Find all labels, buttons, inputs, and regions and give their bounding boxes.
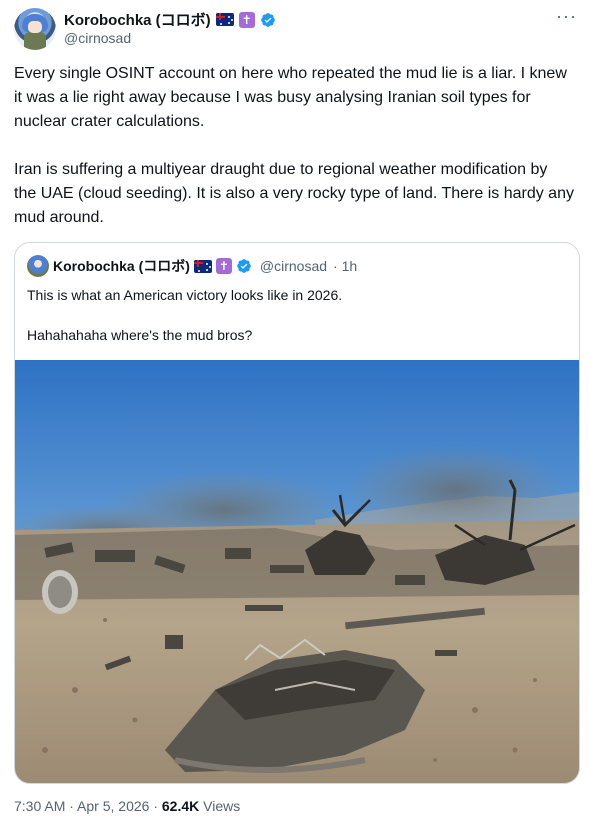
quoted-author-avatar[interactable] bbox=[27, 255, 49, 277]
more-options-icon[interactable]: ··· bbox=[556, 6, 577, 27]
quoted-author-display-name[interactable]: Korobochka (コロボ) bbox=[53, 256, 190, 276]
latin-cross-icon: ✝ bbox=[238, 11, 255, 28]
latin-cross-icon: ✝ bbox=[215, 258, 232, 274]
quoted-tweet-card[interactable]: Korobochka (コロボ) ✝ @cirnosad · 1h This i… bbox=[14, 242, 580, 784]
separator: · bbox=[149, 798, 162, 814]
quoted-paragraph: Hahahahaha where's the mud bros? bbox=[27, 327, 253, 343]
australia-flag-icon bbox=[193, 259, 212, 273]
verified-badge-icon[interactable] bbox=[260, 12, 276, 28]
author-display-name[interactable]: Korobochka (コロボ) bbox=[64, 9, 211, 30]
quoted-author-handle[interactable]: @cirnosad bbox=[260, 258, 327, 274]
views-count[interactable]: 62.4K bbox=[162, 798, 199, 814]
quoted-tweet-age[interactable]: · 1h bbox=[333, 258, 357, 274]
tweet-paragraph: Every single OSINT account on here who r… bbox=[14, 65, 567, 130]
separator: · bbox=[65, 798, 78, 814]
views-label: Views bbox=[199, 798, 241, 814]
verified-badge-icon bbox=[237, 259, 251, 273]
quoted-paragraph: This is what an American victory looks l… bbox=[27, 287, 343, 303]
aircraft-wreckage-photo[interactable] bbox=[15, 360, 579, 783]
tweet-paragraph: Iran is suffering a multiyear draught du… bbox=[14, 161, 574, 226]
avatar-body bbox=[24, 32, 46, 50]
author-avatar[interactable] bbox=[14, 8, 56, 50]
author-name-row[interactable]: Korobochka (コロボ) ✝ bbox=[64, 9, 276, 30]
tweet-date[interactable]: Apr 5, 2026 bbox=[77, 798, 149, 814]
australia-flag-icon bbox=[215, 13, 234, 26]
tweet-footer: 7:30 AM · Apr 5, 2026 · 62.4K Views bbox=[14, 798, 240, 814]
quoted-tweet-text: This is what an American victory looks l… bbox=[27, 285, 567, 345]
author-handle[interactable]: @cirnosad bbox=[64, 30, 131, 46]
quoted-tweet-header: Korobochka (コロボ) ✝ @cirnosad · 1h bbox=[27, 255, 357, 277]
avatar-face bbox=[28, 21, 42, 33]
tweet-time[interactable]: 7:30 AM bbox=[14, 798, 65, 814]
tweet-text: Every single OSINT account on here who r… bbox=[14, 62, 574, 230]
